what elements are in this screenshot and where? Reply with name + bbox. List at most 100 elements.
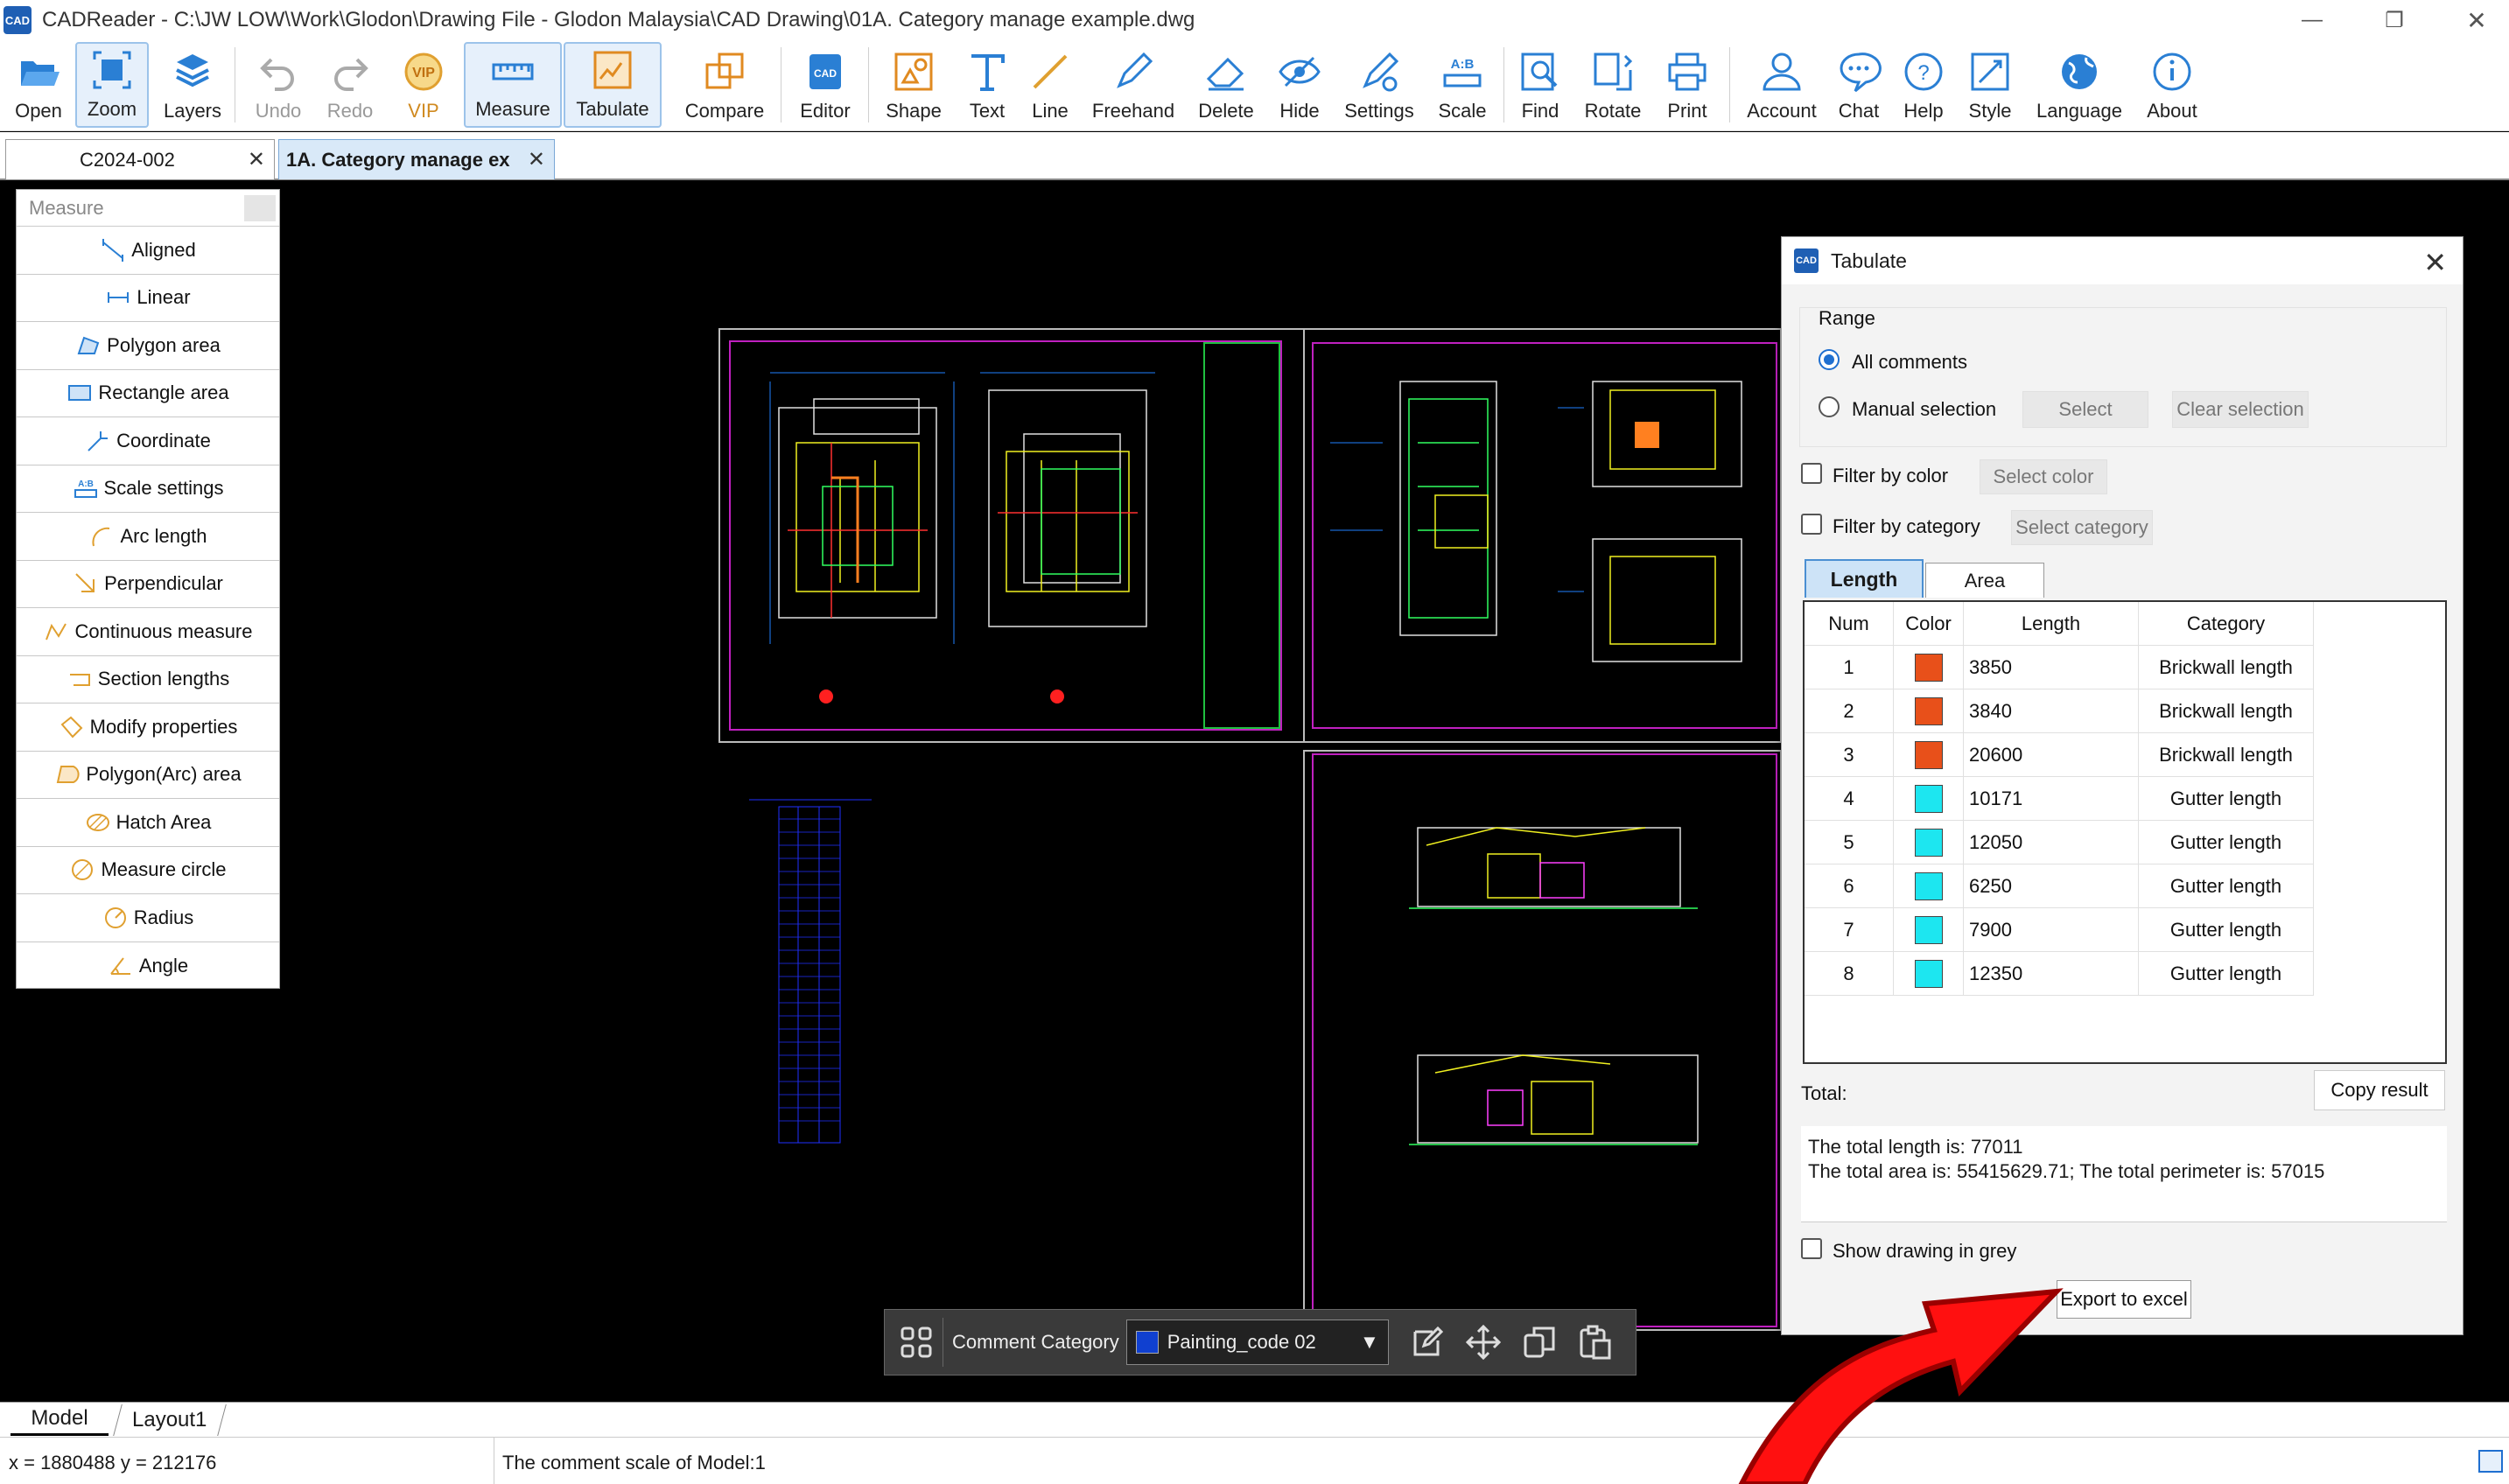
edit-icon[interactable] — [1410, 1325, 1445, 1360]
measure-polygon-arc-area[interactable]: Polygon(Arc) area — [17, 752, 279, 799]
total-length-text: The total length is: 77011 — [1808, 1136, 2023, 1158]
line-button[interactable]: Line — [1015, 42, 1085, 128]
measure-hatch-area[interactable]: Hatch Area — [17, 799, 279, 847]
cell-length: 10171 — [1964, 777, 2139, 821]
open-button[interactable]: Open — [4, 42, 74, 128]
measure-circle[interactable]: Measure circle — [17, 847, 279, 894]
scale-button[interactable]: A:B Scale — [1423, 42, 1502, 128]
vip-button[interactable]: VIP VIP — [387, 42, 460, 128]
table-row[interactable]: 4 10171 Gutter length — [1805, 777, 2314, 821]
doc-tab-c2024[interactable]: C2024-002 ✕ — [5, 139, 275, 179]
copy-icon[interactable] — [1522, 1325, 1557, 1360]
measure-perpendicular[interactable]: Perpendicular — [17, 561, 279, 608]
cell-color — [1894, 908, 1964, 952]
table-row[interactable]: 7 7900 Gutter length — [1805, 908, 2314, 952]
measure-item-label: Linear — [137, 286, 191, 309]
filter-color-checkbox[interactable] — [1801, 463, 1822, 484]
minimize-button[interactable]: — — [2275, 0, 2349, 40]
measure-radius[interactable]: Radius — [17, 894, 279, 942]
measure-scale-settings[interactable]: A:B Scale settings — [17, 466, 279, 513]
tabulate-button[interactable]: Tabulate — [564, 42, 662, 128]
redo-button[interactable]: Redo — [313, 42, 387, 128]
shape-button[interactable]: Shape — [875, 42, 952, 128]
cell-length: 3850 — [1964, 646, 2139, 690]
measure-arc-length[interactable]: Arc length — [17, 513, 279, 561]
col-color-header[interactable]: Color — [1894, 602, 1964, 646]
measure-section-lengths[interactable]: Section lengths — [17, 656, 279, 704]
measure-aligned[interactable]: Aligned — [17, 227, 279, 275]
measure-angle[interactable]: Angle — [17, 942, 279, 990]
select-button[interactable]: Select — [2022, 391, 2148, 428]
table-row[interactable]: 6 6250 Gutter length — [1805, 864, 2314, 908]
col-category-header[interactable]: Category — [2139, 602, 2314, 646]
cell-length: 20600 — [1964, 733, 2139, 777]
svg-text:A:B: A:B — [1451, 57, 1475, 72]
all-comments-radio[interactable] — [1819, 349, 1840, 370]
language-button[interactable]: Language — [2027, 42, 2132, 128]
panel-close-button[interactable] — [244, 195, 276, 221]
filter-color-label: Filter by color — [1833, 465, 1949, 486]
paste-icon[interactable] — [1578, 1325, 1613, 1360]
table-row[interactable]: 5 12050 Gutter length — [1805, 821, 2314, 864]
undo-button[interactable]: Undo — [242, 42, 315, 128]
export-excel-button[interactable]: Export to excel — [2057, 1280, 2191, 1319]
measure-linear[interactable]: Linear — [17, 275, 279, 322]
measure-coordinate[interactable]: Coordinate — [17, 417, 279, 466]
measure-item-label: Rectangle area — [98, 382, 229, 404]
measure-modify-properties[interactable]: Modify properties — [17, 704, 279, 752]
comment-category-select[interactable]: Painting_code 02 ▼ — [1125, 1320, 1389, 1365]
clear-selection-button[interactable]: Clear selection — [2172, 391, 2309, 428]
about-button[interactable]: About — [2135, 42, 2209, 128]
copy-result-button[interactable]: Copy result — [2314, 1070, 2445, 1110]
select-color-button[interactable]: Select color — [1980, 459, 2107, 494]
tab-area[interactable]: Area — [1925, 563, 2044, 598]
close-window-button[interactable]: ✕ — [2440, 0, 2509, 40]
close-dialog-icon[interactable]: ✕ — [2423, 246, 2447, 279]
layers-button[interactable]: Layers — [156, 42, 229, 128]
compare-button[interactable]: Compare — [674, 42, 775, 128]
grid-apps-icon[interactable] — [899, 1325, 934, 1360]
find-button[interactable]: Find — [1507, 42, 1573, 128]
rotate-button[interactable]: Rotate — [1575, 42, 1650, 128]
measure-button[interactable]: Measure — [464, 42, 562, 128]
tabulate-title-bar: CAD Tabulate ✕ — [1782, 237, 2463, 284]
help-button[interactable]: ? Help — [1890, 42, 1957, 128]
panel-toggle-icon[interactable] — [2478, 1450, 2503, 1473]
editor-button[interactable]: CAD Editor — [788, 42, 863, 128]
style-button[interactable]: Style — [1957, 42, 2023, 128]
freehand-button[interactable]: Freehand — [1085, 42, 1181, 128]
measure-continuous[interactable]: Continuous measure — [17, 608, 279, 656]
tab-length[interactable]: Length — [1805, 559, 1924, 598]
find-label: Find — [1521, 100, 1559, 122]
account-button[interactable]: Account — [1738, 42, 1826, 128]
measure-polygon-area[interactable]: Polygon area — [17, 322, 279, 370]
account-label: Account — [1747, 100, 1817, 122]
hide-button[interactable]: Hide — [1262, 42, 1337, 128]
table-row[interactable]: 2 3840 Brickwall length — [1805, 690, 2314, 733]
move-icon[interactable] — [1465, 1325, 1501, 1360]
chat-button[interactable]: Chat — [1826, 42, 1892, 128]
col-length-header[interactable]: Length — [1964, 602, 2139, 646]
col-num-header[interactable]: Num — [1805, 602, 1894, 646]
select-category-button[interactable]: Select category — [2011, 510, 2153, 545]
print-button[interactable]: Print — [1650, 42, 1724, 128]
doc-tab-category-manage[interactable]: 1A. Category manage ex ✕ — [278, 139, 555, 179]
restore-button[interactable]: ❐ — [2358, 0, 2431, 40]
measure-rectangle-area[interactable]: Rectangle area — [17, 370, 279, 417]
settings-button[interactable]: Settings — [1335, 42, 1423, 128]
radius-icon — [104, 906, 126, 928]
table-row[interactable]: 1 3850 Brickwall length — [1805, 646, 2314, 690]
layout-tab-model[interactable]: Model — [11, 1403, 109, 1436]
text-button[interactable]: Text — [952, 42, 1022, 128]
show-grey-checkbox[interactable] — [1801, 1238, 1822, 1259]
zoom-button[interactable]: Zoom — [75, 42, 149, 128]
close-icon[interactable]: ✕ — [528, 147, 545, 172]
cell-length: 12350 — [1964, 952, 2139, 996]
manual-selection-radio[interactable] — [1819, 396, 1840, 417]
table-row[interactable]: 8 12350 Gutter length — [1805, 952, 2314, 996]
table-row[interactable]: 3 20600 Brickwall length — [1805, 733, 2314, 777]
filter-category-checkbox[interactable] — [1801, 514, 1822, 535]
layout-tab-layout1[interactable]: Layout1 — [113, 1404, 227, 1436]
close-icon[interactable]: ✕ — [248, 147, 265, 172]
delete-button[interactable]: Delete — [1188, 42, 1264, 128]
